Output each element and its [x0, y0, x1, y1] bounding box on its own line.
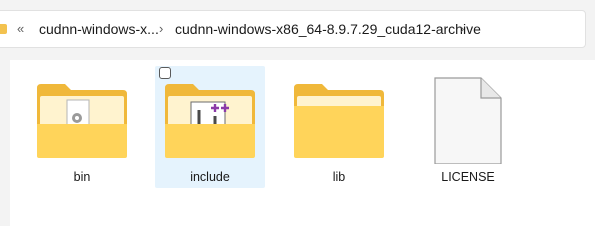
file-item-lib[interactable]: lib [284, 66, 394, 188]
breadcrumb[interactable]: « cudnn-windows-x... › cudnn-windows-x86… [0, 10, 586, 48]
file-name-label: lib [332, 170, 346, 184]
folder-icon [0, 24, 7, 34]
file-item-license[interactable]: LICENSE [413, 66, 523, 188]
breadcrumb-item-current[interactable]: cudnn-windows-x86_64-8.9.7.29_cuda12-arc… [175, 11, 481, 47]
address-bar-area: « cudnn-windows-x... › cudnn-windows-x86… [0, 0, 595, 60]
breadcrumb-item-parent[interactable]: cudnn-windows-x... [39, 11, 159, 47]
document-icon [434, 77, 502, 164]
file-item-bin[interactable]: bin [27, 66, 137, 188]
gear-icon [72, 113, 82, 123]
breadcrumb-overflow-button[interactable]: « [17, 11, 24, 47]
chevron-right-icon[interactable]: › [159, 11, 163, 47]
file-item-include[interactable]: include [155, 66, 265, 188]
chevron-right-icon[interactable]: › [460, 11, 464, 47]
navigation-pane-edge [0, 60, 10, 226]
file-name-label: bin [73, 170, 91, 184]
file-name-label: LICENSE [441, 170, 495, 184]
folder-icon [37, 84, 127, 158]
file-name-label: include [190, 170, 230, 184]
folder-icon [165, 84, 255, 158]
folder-icon [294, 84, 384, 158]
